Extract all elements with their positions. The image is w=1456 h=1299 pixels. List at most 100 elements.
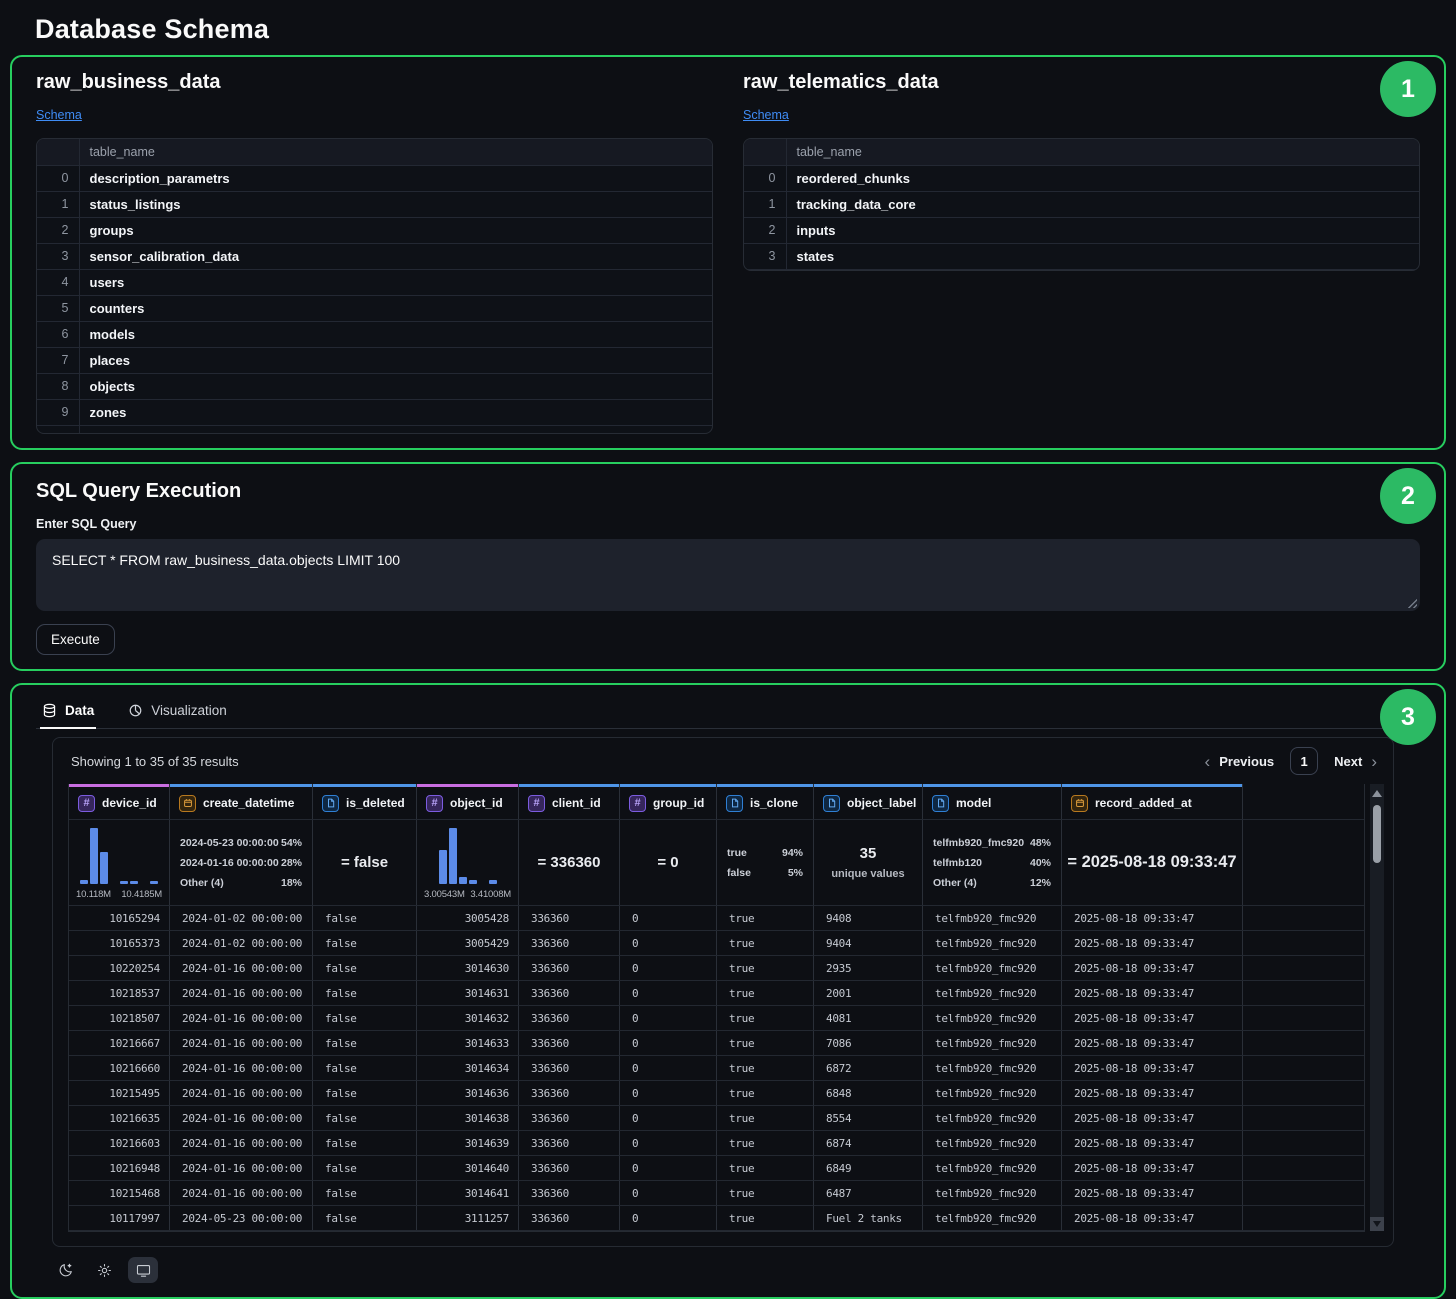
row-index[interactable]: 9 (37, 399, 79, 425)
summary-device_id[interactable]: 10.118M10.4185M (69, 820, 170, 905)
table-name-cell[interactable]: tracking_data_core (786, 191, 1419, 217)
cell-model[interactable]: telfmb920_fmc920 (923, 906, 1062, 930)
cell-is_clone[interactable]: true (717, 1056, 814, 1080)
table-name-cell[interactable]: reordered_chunks (786, 165, 1419, 191)
previous-button[interactable]: Previous (1219, 754, 1274, 769)
cell-device_id[interactable]: 10117997 (69, 1206, 170, 1230)
summary-group_id[interactable]: = 0 (620, 820, 717, 905)
table-name-cell[interactable]: zones (79, 399, 712, 425)
schema-link-telematics[interactable]: Schema (743, 108, 789, 122)
cell-group_id[interactable]: 0 (620, 1106, 717, 1130)
sun-icon[interactable] (89, 1257, 119, 1283)
summary-record_added_at[interactable]: = 2025-08-18 09:33:47 (1062, 820, 1243, 905)
cell-group_id[interactable]: 0 (620, 981, 717, 1005)
cell-model[interactable]: telfmb920_fmc920 (923, 1031, 1062, 1055)
cell-client_id[interactable]: 336360 (519, 1181, 620, 1205)
column-header-is_deleted[interactable]: is_deleted (313, 784, 417, 819)
row-index[interactable]: 2 (37, 217, 79, 243)
summary-object_id[interactable]: 3.00543M3.41008M (417, 820, 519, 905)
cell-model[interactable]: telfmb920_fmc920 (923, 981, 1062, 1005)
column-header-device_id[interactable]: #device_id (69, 784, 170, 819)
cell-model[interactable]: telfmb920_fmc920 (923, 1156, 1062, 1180)
table-name-cell[interactable]: users (79, 269, 712, 295)
cell-is_clone[interactable]: true (717, 1131, 814, 1155)
cell-create_datetime[interactable]: 2024-01-16 00:00:00 (170, 1106, 313, 1130)
cell-object_label[interactable]: 4081 (814, 1006, 923, 1030)
cell-create_datetime[interactable]: 2024-01-16 00:00:00 (170, 1131, 313, 1155)
sql-query-input[interactable]: SELECT * FROM raw_business_data.objects … (36, 539, 1420, 611)
cell-device_id[interactable]: 10216667 (69, 1031, 170, 1055)
cell-is_deleted[interactable]: false (313, 1006, 417, 1030)
cell-is_deleted[interactable]: false (313, 1106, 417, 1130)
cell-device_id[interactable]: 10215495 (69, 1081, 170, 1105)
row-index[interactable]: 5 (37, 295, 79, 321)
cell-create_datetime[interactable]: 2024-01-16 00:00:00 (170, 1006, 313, 1030)
row-index[interactable]: 4 (37, 269, 79, 295)
table-name-cell[interactable]: inputs (786, 217, 1419, 243)
cell-object_id[interactable]: 3014632 (417, 1006, 519, 1030)
cell-record_added_at[interactable]: 2025-08-18 09:33:47 (1062, 1006, 1243, 1030)
cell-is_deleted[interactable]: false (313, 1131, 417, 1155)
row-index[interactable]: 6 (37, 321, 79, 347)
cell-group_id[interactable]: 0 (620, 1006, 717, 1030)
cell-record_added_at[interactable]: 2025-08-18 09:33:47 (1062, 1056, 1243, 1080)
cell-record_added_at[interactable]: 2025-08-18 09:33:47 (1062, 1156, 1243, 1180)
column-header-client_id[interactable]: #client_id (519, 784, 620, 819)
cell-is_clone[interactable]: true (717, 981, 814, 1005)
cell-create_datetime[interactable]: 2024-01-16 00:00:00 (170, 981, 313, 1005)
cell-client_id[interactable]: 336360 (519, 1081, 620, 1105)
cell-object_label[interactable]: Fuel 2 tanks (814, 1206, 923, 1230)
cell-is_deleted[interactable]: false (313, 1206, 417, 1230)
cell-device_id[interactable]: 10165294 (69, 906, 170, 930)
cell-group_id[interactable]: 0 (620, 931, 717, 955)
summary-is_clone[interactable]: true94%false5% (717, 820, 814, 905)
column-header-model[interactable]: model (923, 784, 1062, 819)
cell-client_id[interactable]: 336360 (519, 1206, 620, 1230)
cell-is_clone[interactable]: true (717, 1106, 814, 1130)
summary-is_deleted[interactable]: = false (313, 820, 417, 905)
cell-model[interactable]: telfmb920_fmc920 (923, 1181, 1062, 1205)
cell-client_id[interactable]: 336360 (519, 1006, 620, 1030)
cell-object_id[interactable]: 3014639 (417, 1131, 519, 1155)
cell-create_datetime[interactable]: 2024-01-02 00:00:00 (170, 931, 313, 955)
cell-is_deleted[interactable]: false (313, 931, 417, 955)
cell-create_datetime[interactable]: 2024-01-16 00:00:00 (170, 1031, 313, 1055)
scroll-down-icon[interactable] (1370, 1217, 1384, 1231)
summary-model[interactable]: telfmb920_fmc92048%telfmb12040%Other (4)… (923, 820, 1062, 905)
chevron-right-icon[interactable]: › (1371, 753, 1377, 770)
cell-is_deleted[interactable]: false (313, 1031, 417, 1055)
cell-is_deleted[interactable]: false (313, 956, 417, 980)
summary-create_datetime[interactable]: 2024-05-23 00:00:0054%2024-01-16 00:00:0… (170, 820, 313, 905)
cell-model[interactable]: telfmb920_fmc920 (923, 956, 1062, 980)
cell-record_added_at[interactable]: 2025-08-18 09:33:47 (1062, 1131, 1243, 1155)
cell-is_deleted[interactable]: false (313, 906, 417, 930)
cell-group_id[interactable]: 0 (620, 1031, 717, 1055)
cell-is_clone[interactable]: true (717, 906, 814, 930)
cell-group_id[interactable]: 0 (620, 1081, 717, 1105)
cell-object_label[interactable]: 6848 (814, 1081, 923, 1105)
cell-object_label[interactable]: 6849 (814, 1156, 923, 1180)
cell-client_id[interactable]: 336360 (519, 981, 620, 1005)
cell-object_label[interactable]: 9408 (814, 906, 923, 930)
cell-object_label[interactable]: 2001 (814, 981, 923, 1005)
scrollbar-thumb[interactable] (1373, 805, 1381, 863)
vertical-scrollbar[interactable] (1370, 784, 1384, 1231)
cell-create_datetime[interactable]: 2024-05-23 00:00:00 (170, 1206, 313, 1230)
cell-is_clone[interactable]: true (717, 956, 814, 980)
cell-group_id[interactable]: 0 (620, 1206, 717, 1230)
cell-is_clone[interactable]: true (717, 1181, 814, 1205)
row-index[interactable]: 3 (37, 243, 79, 269)
table-name-cell[interactable]: places (79, 347, 712, 373)
cell-is_deleted[interactable]: false (313, 1181, 417, 1205)
column-header-create_datetime[interactable]: create_datetime (170, 784, 313, 819)
cell-is_clone[interactable]: true (717, 1206, 814, 1230)
table-name-cell[interactable]: states (786, 243, 1419, 269)
cell-record_added_at[interactable]: 2025-08-18 09:33:47 (1062, 1031, 1243, 1055)
cell-is_clone[interactable]: true (717, 931, 814, 955)
cell-model[interactable]: telfmb920_fmc920 (923, 1206, 1062, 1230)
cell-object_id[interactable]: 3014636 (417, 1081, 519, 1105)
cell-object_id[interactable]: 3005428 (417, 906, 519, 930)
cell-object_label[interactable]: 9404 (814, 931, 923, 955)
cell-client_id[interactable]: 336360 (519, 1031, 620, 1055)
cell-client_id[interactable]: 336360 (519, 931, 620, 955)
